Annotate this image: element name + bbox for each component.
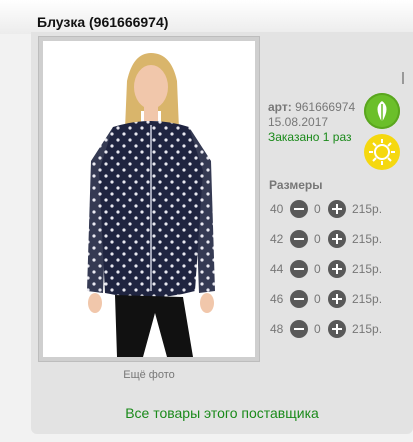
plus-icon[interactable] <box>328 290 346 308</box>
size-price: 215р. <box>352 202 383 216</box>
plus-icon[interactable] <box>328 200 346 218</box>
product-info: арт: 961666974 15.08.2017 Заказано 1 раз <box>268 100 355 145</box>
article-number: 961666974 <box>295 100 356 114</box>
quantity-value: 0 <box>314 202 321 216</box>
supplier-products-link[interactable]: Все товары этого поставщика <box>31 405 413 421</box>
size-price: 215р. <box>352 232 383 246</box>
article-label: арт: <box>268 100 292 114</box>
minus-icon[interactable] <box>290 320 308 338</box>
product-date: 15.08.2017 <box>268 115 329 129</box>
minus-icon[interactable] <box>290 260 308 278</box>
product-title: Блузка (961666974) <box>37 14 169 30</box>
plus-icon[interactable] <box>328 320 346 338</box>
panel-edge-mark <box>402 72 404 84</box>
quantity-value: 0 <box>314 322 321 336</box>
size-price: 215р. <box>352 292 383 306</box>
quantity-value: 0 <box>314 232 321 246</box>
minus-icon[interactable] <box>290 200 308 218</box>
size-value: 46 <box>270 292 284 306</box>
blouse-model-image <box>87 53 215 357</box>
leaf-icon[interactable] <box>364 93 400 129</box>
sizes-heading: Размеры <box>269 178 323 192</box>
size-value: 48 <box>270 322 284 336</box>
product-photo-frame[interactable] <box>38 36 260 362</box>
minus-icon[interactable] <box>290 290 308 308</box>
minus-icon[interactable] <box>290 230 308 248</box>
plus-icon[interactable] <box>328 230 346 248</box>
more-photos-link[interactable]: Ещё фото <box>38 369 260 381</box>
size-value: 44 <box>270 262 284 276</box>
size-value: 40 <box>270 202 284 216</box>
quantity-value: 0 <box>314 262 321 276</box>
size-value: 42 <box>270 232 284 246</box>
size-price: 215р. <box>352 322 383 336</box>
ordered-count: Заказано 1 раз <box>268 130 352 144</box>
sun-icon[interactable] <box>364 134 400 170</box>
quantity-value: 0 <box>314 292 321 306</box>
size-price: 215р. <box>352 262 383 276</box>
plus-icon[interactable] <box>328 260 346 278</box>
product-photo[interactable] <box>43 41 255 357</box>
